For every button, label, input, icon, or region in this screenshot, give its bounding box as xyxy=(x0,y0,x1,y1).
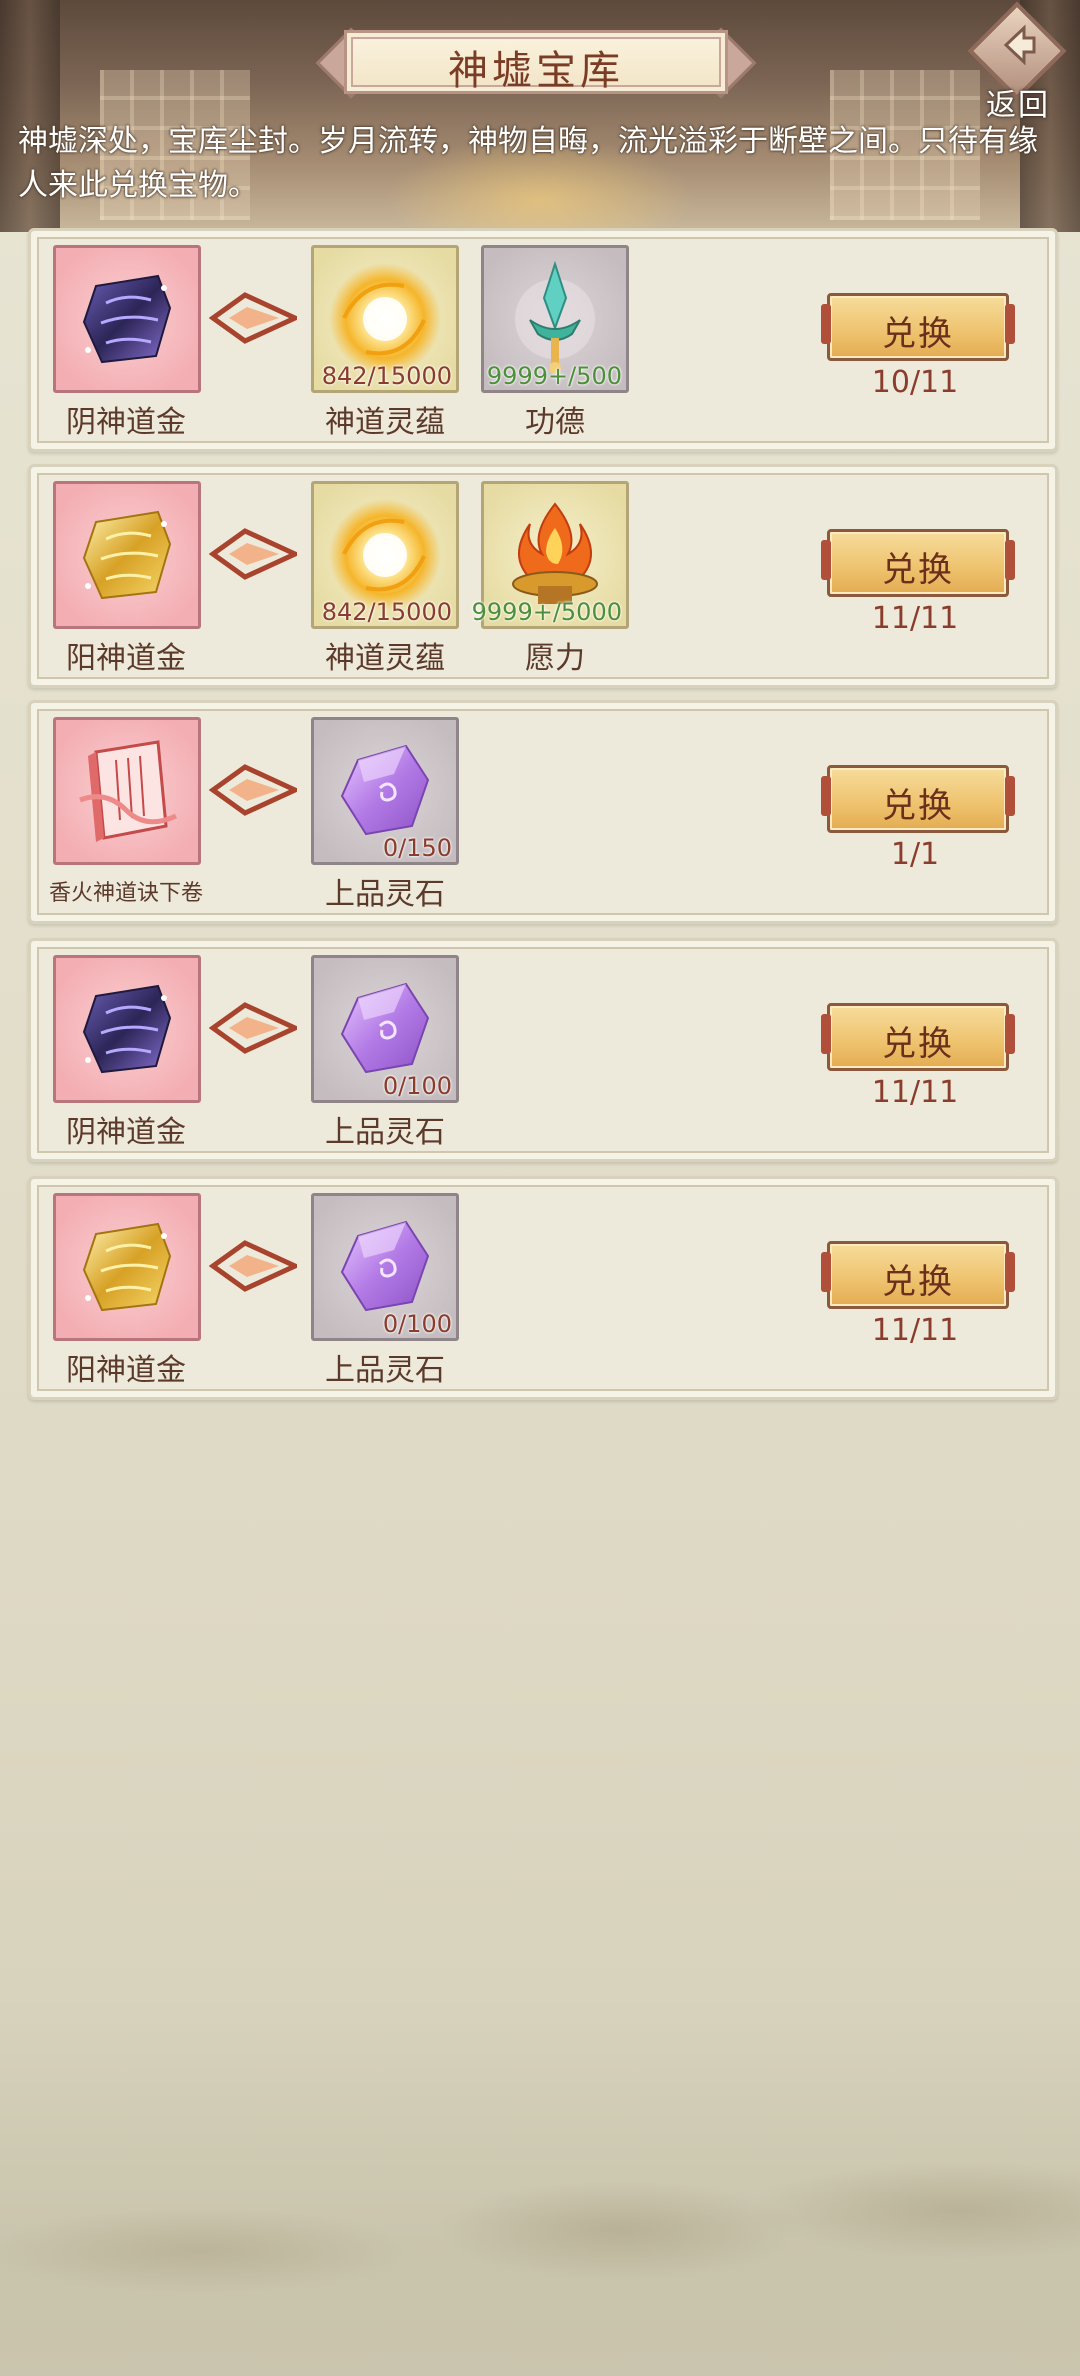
exchange-limit: 1/1 xyxy=(890,837,940,872)
cost-name: 上品灵石 xyxy=(325,1115,445,1150)
cost-count: 0/100 xyxy=(382,1072,452,1100)
cost-count: 9999+/5000 xyxy=(471,598,622,626)
reward-name: 香火神道诀下卷 xyxy=(48,881,203,906)
cost-slot[interactable]: 842/15000 xyxy=(311,481,459,629)
cost-count: 842/15000 xyxy=(321,598,452,626)
cost-name: 愿力 xyxy=(525,641,585,676)
exchange-limit: 10/11 xyxy=(871,365,959,400)
back-button[interactable]: 返回 xyxy=(962,1,1067,123)
button-knob-right xyxy=(1005,1014,1015,1054)
exchange-arrow-icon xyxy=(209,764,297,816)
back-arrow-icon xyxy=(1003,24,1036,66)
cost-count: 842/15000 xyxy=(321,362,452,390)
exchange-button-label: 兑换 xyxy=(882,550,954,590)
cost-slot[interactable]: 9999+/500 xyxy=(481,245,629,393)
cost-name: 功德 xyxy=(525,405,585,440)
exchange-button-label: 兑换 xyxy=(882,314,954,354)
page-title: 神墟宝库 xyxy=(448,48,624,94)
exchange-button[interactable]: 兑换 xyxy=(821,529,1015,597)
title-banner: 神墟宝库 xyxy=(315,24,757,100)
exchange-button-label: 兑换 xyxy=(882,786,954,826)
back-label: 返回 xyxy=(986,88,1050,123)
exchange-row: 阳神道金 0/100 上品灵石 兑换 11/11 xyxy=(28,1176,1058,1400)
exchange-arrow-icon xyxy=(209,528,297,580)
bright-gold-ore-icon xyxy=(82,510,172,600)
exchange-arrow-icon xyxy=(209,292,297,344)
exchange-row: 香火神道诀下卷 0/150 上品灵石 兑换 1/1 xyxy=(28,700,1058,924)
exchange-button[interactable]: 兑换 xyxy=(821,293,1015,361)
reward-slot[interactable] xyxy=(53,245,201,393)
reward-name: 阴神道金 xyxy=(66,1115,186,1150)
cost-slot[interactable]: 0/100 xyxy=(311,955,459,1103)
cost-count: 0/150 xyxy=(382,834,452,862)
exchange-limit: 11/11 xyxy=(871,1313,959,1348)
reward-name: 阳神道金 xyxy=(66,641,186,676)
misty-mountain-background xyxy=(0,2000,1080,2376)
exchange-arrow-icon xyxy=(209,1240,297,1292)
cost-count: 0/100 xyxy=(382,1310,452,1338)
exchange-button[interactable]: 兑换 xyxy=(821,765,1015,833)
dark-gold-ore-icon xyxy=(82,984,172,1074)
exchange-limit: 11/11 xyxy=(871,1075,959,1110)
reward-slot[interactable] xyxy=(53,1193,201,1341)
exchange-button-label: 兑换 xyxy=(882,1024,954,1064)
cost-name: 神道灵蕴 xyxy=(325,405,445,440)
dark-gold-ore-icon xyxy=(82,274,172,364)
bright-gold-ore-icon xyxy=(82,1222,172,1312)
vault-description: 神墟深处，宝库尘封。岁月流转，神物自晦，流光溢彩于断壁之间。只待有缘人来此兑换宝… xyxy=(18,124,1038,203)
reward-slot[interactable] xyxy=(53,955,201,1103)
button-knob-right xyxy=(1005,776,1015,816)
exchange-arrow-icon xyxy=(209,1002,297,1054)
cost-name: 神道灵蕴 xyxy=(325,641,445,676)
cost-slot[interactable]: 842/15000 xyxy=(311,245,459,393)
cost-slot[interactable]: 0/100 xyxy=(311,1193,459,1341)
exchange-row: 阴神道金 842/15000 神道灵蕴 9999+/500 功德 兑换 10/1… xyxy=(28,228,1058,452)
exchange-row: 阴神道金 0/100 上品灵石 兑换 11/11 xyxy=(28,938,1058,1162)
exchange-limit: 11/11 xyxy=(871,601,959,636)
exchange-button[interactable]: 兑换 xyxy=(821,1241,1015,1309)
button-knob-right xyxy=(1005,304,1015,344)
scroll-book-icon xyxy=(79,740,178,842)
exchange-button-label: 兑换 xyxy=(882,1262,954,1302)
cost-slot[interactable]: 9999+/5000 xyxy=(472,481,629,629)
cost-name: 上品灵石 xyxy=(325,877,445,912)
reward-slot[interactable] xyxy=(53,717,201,865)
reward-name: 阳神道金 xyxy=(66,1353,186,1388)
button-knob-right xyxy=(1005,540,1015,580)
exchange-row: 阳神道金 842/15000 神道灵蕴 9999+/5000 愿力 兑换 11/… xyxy=(28,464,1058,688)
cost-count: 9999+/500 xyxy=(486,362,622,390)
reward-slot[interactable] xyxy=(53,481,201,629)
reward-name: 阴神道金 xyxy=(66,405,186,440)
cost-name: 上品灵石 xyxy=(325,1353,445,1388)
exchange-button[interactable]: 兑换 xyxy=(821,1003,1015,1071)
cost-slot[interactable]: 0/150 xyxy=(311,717,459,865)
button-knob-right xyxy=(1005,1252,1015,1292)
